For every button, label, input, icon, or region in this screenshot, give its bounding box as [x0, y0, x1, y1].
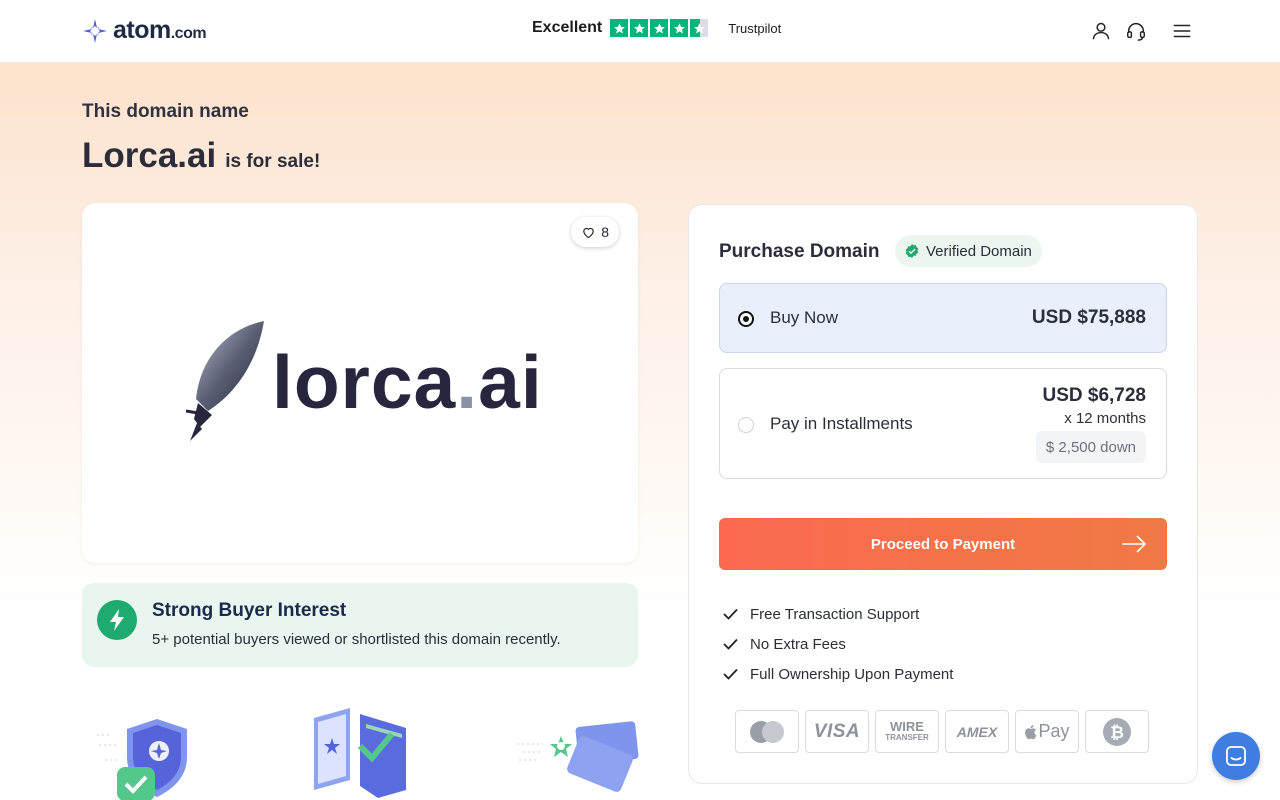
installments-price: USD $6,728: [1042, 385, 1146, 406]
chat-icon: [1226, 746, 1246, 766]
atom-star-icon: [83, 18, 107, 43]
security-shield-illustration: [97, 719, 187, 800]
verified-check-icon: [905, 244, 919, 258]
buyer-interest-banner: Strong Buyer Interest 5+ potential buyer…: [82, 583, 638, 667]
apple-icon: [1025, 724, 1037, 739]
trustpilot-rating[interactable]: Excellent Trustpilot: [532, 19, 781, 37]
menu-icon[interactable]: [1171, 20, 1193, 42]
purchase-panel: Purchase Domain Verified Domain Buy Now …: [688, 204, 1198, 784]
chat-support-button[interactable]: [1212, 732, 1260, 780]
buy-now-radio[interactable]: [738, 311, 754, 327]
down-payment-badge: $ 2,500 down: [1035, 431, 1146, 463]
brand-word-tld: ai: [478, 340, 543, 424]
bitcoin-icon: ₿: [1085, 710, 1149, 753]
wire-top-text: WIRE: [890, 719, 924, 734]
benefit-item: Free Transaction Support: [723, 599, 953, 629]
apple-pay-icon: Pay: [1015, 710, 1079, 753]
heart-icon: [583, 227, 594, 238]
installments-option[interactable]: Pay in Installments USD $6,728 x 12 mont…: [719, 368, 1167, 479]
benefit-item: Full Ownership Upon Payment: [723, 659, 953, 689]
buy-now-option[interactable]: Buy Now USD $75,888: [719, 283, 1167, 353]
star-icon: [650, 19, 669, 37]
lightning-icon: [97, 600, 137, 640]
check-icon: [723, 638, 738, 650]
star-icon: [610, 19, 629, 37]
interest-text: 5+ potential buyers viewed or shortliste…: [152, 631, 561, 648]
like-count: 8: [601, 224, 609, 240]
arrow-right-icon: [1122, 535, 1147, 553]
user-icon[interactable]: [1090, 20, 1112, 42]
headset-icon[interactable]: [1125, 20, 1147, 42]
benefit-item: No Extra Fees: [723, 629, 953, 659]
like-button[interactable]: 8: [571, 217, 619, 247]
brand-word-dot: .: [456, 340, 479, 424]
svg-text:₿: ₿: [1110, 723, 1124, 743]
wire-transfer-icon: WIRE TRANSFER: [875, 710, 939, 753]
installments-radio[interactable]: [738, 417, 754, 433]
for-sale-text: is for sale!: [225, 151, 321, 172]
benefit-label: No Extra Fees: [750, 635, 846, 653]
logo-suffix-text: .com: [170, 25, 207, 42]
trust-stars: [610, 19, 709, 37]
verified-badge: Verified Domain: [895, 235, 1042, 267]
payment-cards-illustration: [517, 721, 639, 792]
apple-pay-label: Pay: [1038, 721, 1070, 741]
check-icon: [723, 668, 738, 680]
buy-now-label: Buy Now: [770, 308, 839, 327]
wire-bottom-text: TRANSFER: [885, 733, 929, 742]
browser-verification-illustration: [314, 708, 406, 798]
benefit-label: Free Transaction Support: [750, 605, 920, 623]
lorca-brand-logo: lorca.ai: [186, 319, 543, 445]
domain-name: Lorca.ai: [82, 136, 217, 175]
half-star-icon: [690, 19, 709, 37]
amex-icon: AMEX: [945, 710, 1009, 753]
check-icon: [723, 608, 738, 620]
atom-logo[interactable]: atom.com: [81, 16, 207, 45]
star-icon: [670, 19, 689, 37]
visa-icon: VISA: [805, 710, 869, 753]
proceed-to-payment-button[interactable]: Proceed to Payment: [719, 518, 1167, 570]
hero-kicker: This domain name: [82, 101, 249, 122]
purchase-title: Purchase Domain: [719, 241, 880, 262]
buy-now-price: USD $75,888: [1031, 307, 1146, 328]
proceed-label: Proceed to Payment: [870, 535, 1016, 553]
benefits-list: Free Transaction Support No Extra Fees F…: [723, 599, 953, 689]
mastercard-icon: [735, 710, 799, 753]
feather-pen-icon: [186, 321, 264, 441]
installments-months: x 12 months: [1064, 410, 1146, 427]
benefit-label: Full Ownership Upon Payment: [750, 665, 954, 683]
hero-title: Lorca.ai is for sale!: [82, 136, 320, 176]
payment-methods: VISA WIRE TRANSFER AMEX Pay ₿: [735, 710, 1149, 753]
verified-label: Verified Domain: [926, 242, 1032, 260]
logo-main-text: atom: [113, 16, 171, 44]
interest-title: Strong Buyer Interest: [152, 600, 347, 621]
trust-rating-label: Excellent: [532, 19, 603, 36]
domain-logo-card: 8 lorca.ai: [82, 203, 638, 563]
installments-label: Pay in Installments: [770, 414, 913, 433]
site-header: atom.com Excellent Trustpilot: [0, 0, 1280, 63]
brand-word-main: lorca: [272, 340, 457, 424]
trustpilot-brand: Trustpilot: [728, 20, 782, 36]
star-icon: [630, 19, 649, 37]
